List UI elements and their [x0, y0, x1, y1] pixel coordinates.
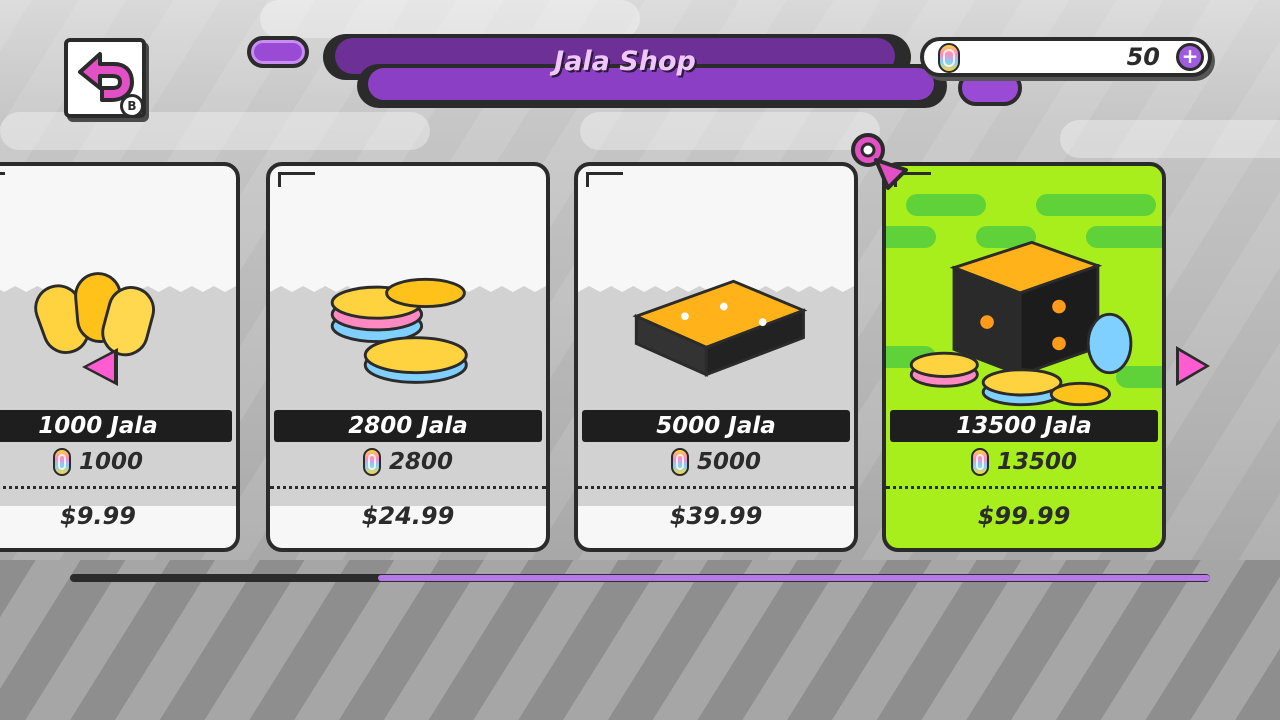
- add-currency-button[interactable]: +: [1176, 43, 1204, 71]
- product-price: $9.99: [60, 502, 136, 530]
- arrow-left-icon[interactable]: [82, 348, 118, 386]
- coin-icon: [938, 43, 960, 73]
- back-button[interactable]: B: [64, 38, 146, 118]
- product-card-1000[interactable]: 1000 Jala 1000 $9.99: [0, 162, 240, 552]
- b-button-hint: B: [120, 94, 144, 118]
- selection-cursor-icon: [851, 133, 908, 190]
- background-pill: [1060, 120, 1280, 158]
- product-card-2800[interactable]: 2800 Jala 2800 $24.99: [266, 162, 550, 552]
- banner-decoration-left: [247, 36, 309, 68]
- background-pill: [260, 0, 640, 38]
- coin-icon: [670, 448, 689, 476]
- product-card-5000[interactable]: 5000 Jala 5000 $39.99: [574, 162, 858, 552]
- product-name: 5000 Jala: [582, 410, 850, 442]
- product-amount: 5000: [578, 448, 854, 476]
- coin-icon: [362, 448, 381, 476]
- product-price: $99.99: [977, 502, 1071, 530]
- coin-icon: [52, 448, 71, 476]
- jala-coins-small-icon: [34, 272, 155, 357]
- jala-coin-box-icon: [632, 279, 808, 377]
- product-amount: 13500: [886, 448, 1162, 476]
- currency-value: 50: [1126, 43, 1160, 71]
- page-title: Jala Shop: [554, 46, 696, 77]
- scrollbar-thumb[interactable]: [378, 575, 1210, 581]
- arrow-right-icon[interactable]: [1176, 346, 1210, 386]
- product-name: 1000 Jala: [0, 410, 232, 442]
- background-pill: [0, 112, 430, 150]
- product-card-13500[interactable]: 13500 Jala 13500 $99.99: [882, 162, 1166, 552]
- product-name: 13500 Jala: [890, 410, 1158, 442]
- background-stripes: [0, 560, 1280, 720]
- product-name: 2800 Jala: [274, 410, 542, 442]
- background-pill: [580, 112, 880, 150]
- product-price: $39.99: [669, 502, 763, 530]
- product-amount: 2800: [270, 448, 546, 476]
- scrollbar[interactable]: [70, 574, 1210, 582]
- coin-icon: [970, 448, 989, 476]
- currency-balance: 50 +: [920, 37, 1212, 77]
- product-price: $24.99: [361, 502, 455, 530]
- jala-coin-stack-icon: [330, 277, 468, 384]
- jala-treasure-chest-icon: [909, 240, 1133, 407]
- product-amount: 1000: [0, 448, 236, 476]
